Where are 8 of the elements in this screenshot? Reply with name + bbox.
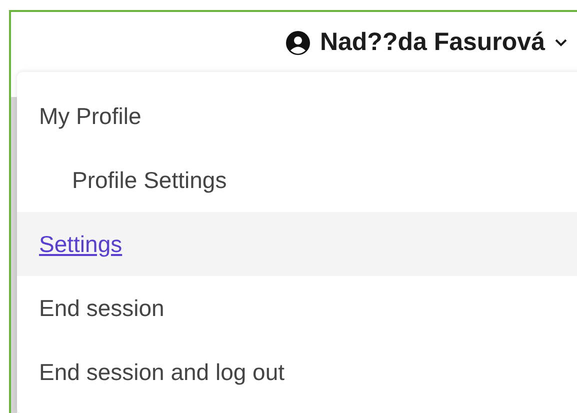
menu-item[interactable]: End session <box>17 276 577 340</box>
user-menu-button[interactable]: Nad??da Fasurová <box>286 24 567 62</box>
chevron-down-icon <box>555 39 567 47</box>
menu-item[interactable]: Profile Settings <box>17 148 577 212</box>
menu-item[interactable]: My Profile <box>17 84 577 148</box>
menu-item[interactable]: Settings <box>17 212 577 276</box>
user-avatar-icon <box>286 31 310 55</box>
menu-item[interactable]: End session and log out <box>17 340 577 404</box>
